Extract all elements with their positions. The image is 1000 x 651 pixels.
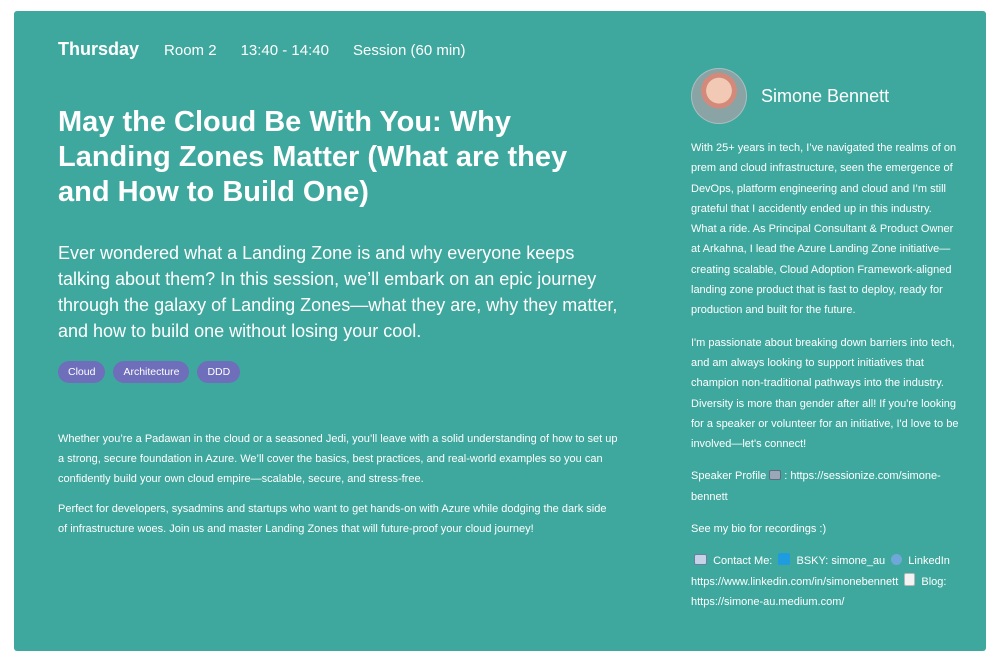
tag-architecture[interactable]: Architecture	[113, 361, 190, 383]
session-day: Thursday	[58, 39, 140, 59]
bio-paragraph: With 25+ years in tech, I’ve navigated t…	[691, 142, 957, 317]
speaker-name[interactable]: Simone Bennett	[761, 86, 889, 107]
session-time: 13:40 - 14:40	[240, 42, 329, 59]
computer-icon	[769, 470, 782, 481]
linkedin-label: LinkedIn	[908, 555, 950, 568]
session-meta: Thursday Room 2 13:40 - 14:40 Session (6…	[58, 39, 490, 60]
session-tags: Cloud Architecture DDD	[58, 361, 241, 383]
linkedin-link[interactable]: https://www.linkedin.com/in/simonebennet…	[691, 576, 898, 588]
contact-card-icon	[694, 554, 707, 566]
session-room: Room 2	[164, 42, 217, 59]
speaker-panel: Simone Bennett With 25+ years in tech, I…	[691, 68, 959, 624]
session-abstract: Ever wondered what a Landing Zone is and…	[58, 243, 618, 341]
session-card: Thursday Room 2 13:40 - 14:40 Session (6…	[14, 11, 986, 651]
description-paragraph: Whether you’re a Padawan in the cloud or…	[58, 433, 618, 485]
blue-square-icon	[778, 553, 791, 566]
avatar[interactable]	[691, 68, 747, 124]
description-paragraph: Perfect for developers, sysadmins and st…	[58, 503, 607, 535]
session-title: May the Cloud Be With You: Why Landing Z…	[58, 106, 568, 208]
document-icon	[904, 572, 916, 586]
session-format: Session (60 min)	[352, 42, 466, 59]
blog-link[interactable]: https://simone-au.medium.com/	[691, 596, 844, 608]
tag-cloud[interactable]: Cloud	[58, 361, 106, 383]
tag-ddd[interactable]: DDD	[197, 361, 241, 383]
session-description: Whether you’re a Padawan in the cloud or…	[58, 429, 618, 549]
contact-label: Contact Me:	[713, 555, 773, 568]
speaker-profile-label: Speaker Profile	[691, 470, 767, 483]
globe-icon	[891, 554, 903, 566]
contact-line: Contact Me: BSKY: simone_au LinkedIn htt…	[691, 551, 959, 612]
blog-label: Blog:	[921, 575, 947, 588]
recordings-note: See my bio for recordings :)	[691, 523, 827, 536]
speaker-bio: With 25+ years in tech, I’ve navigated t…	[691, 138, 959, 612]
speaker-profile-line: Speaker Profile: https://sessionize.com/…	[691, 466, 959, 507]
bio-paragraph: I'm passionate about breaking down barri…	[691, 336, 959, 451]
bsky-handle: BSKY: simone_au	[796, 555, 886, 568]
speaker-header[interactable]: Simone Bennett	[691, 68, 959, 124]
